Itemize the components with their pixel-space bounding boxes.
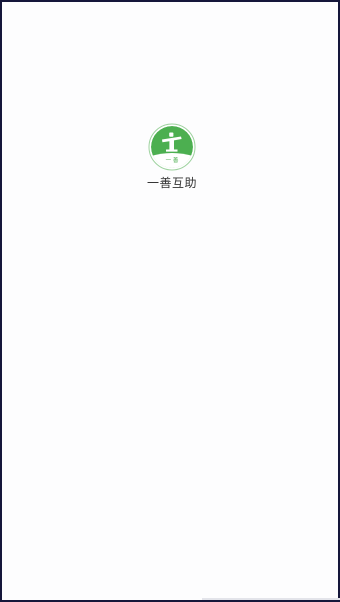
logo-mark-text: 一 善 bbox=[166, 156, 179, 164]
app-name-label: 一善互助 bbox=[146, 176, 197, 190]
bottom-edge-bar bbox=[202, 598, 340, 600]
yishan-logo-icon[interactable]: 一 善 bbox=[148, 123, 196, 171]
splash-container: 一 善 一善互助 bbox=[2, 123, 340, 190]
device-screen: 一 善 一善互助 bbox=[0, 0, 340, 602]
